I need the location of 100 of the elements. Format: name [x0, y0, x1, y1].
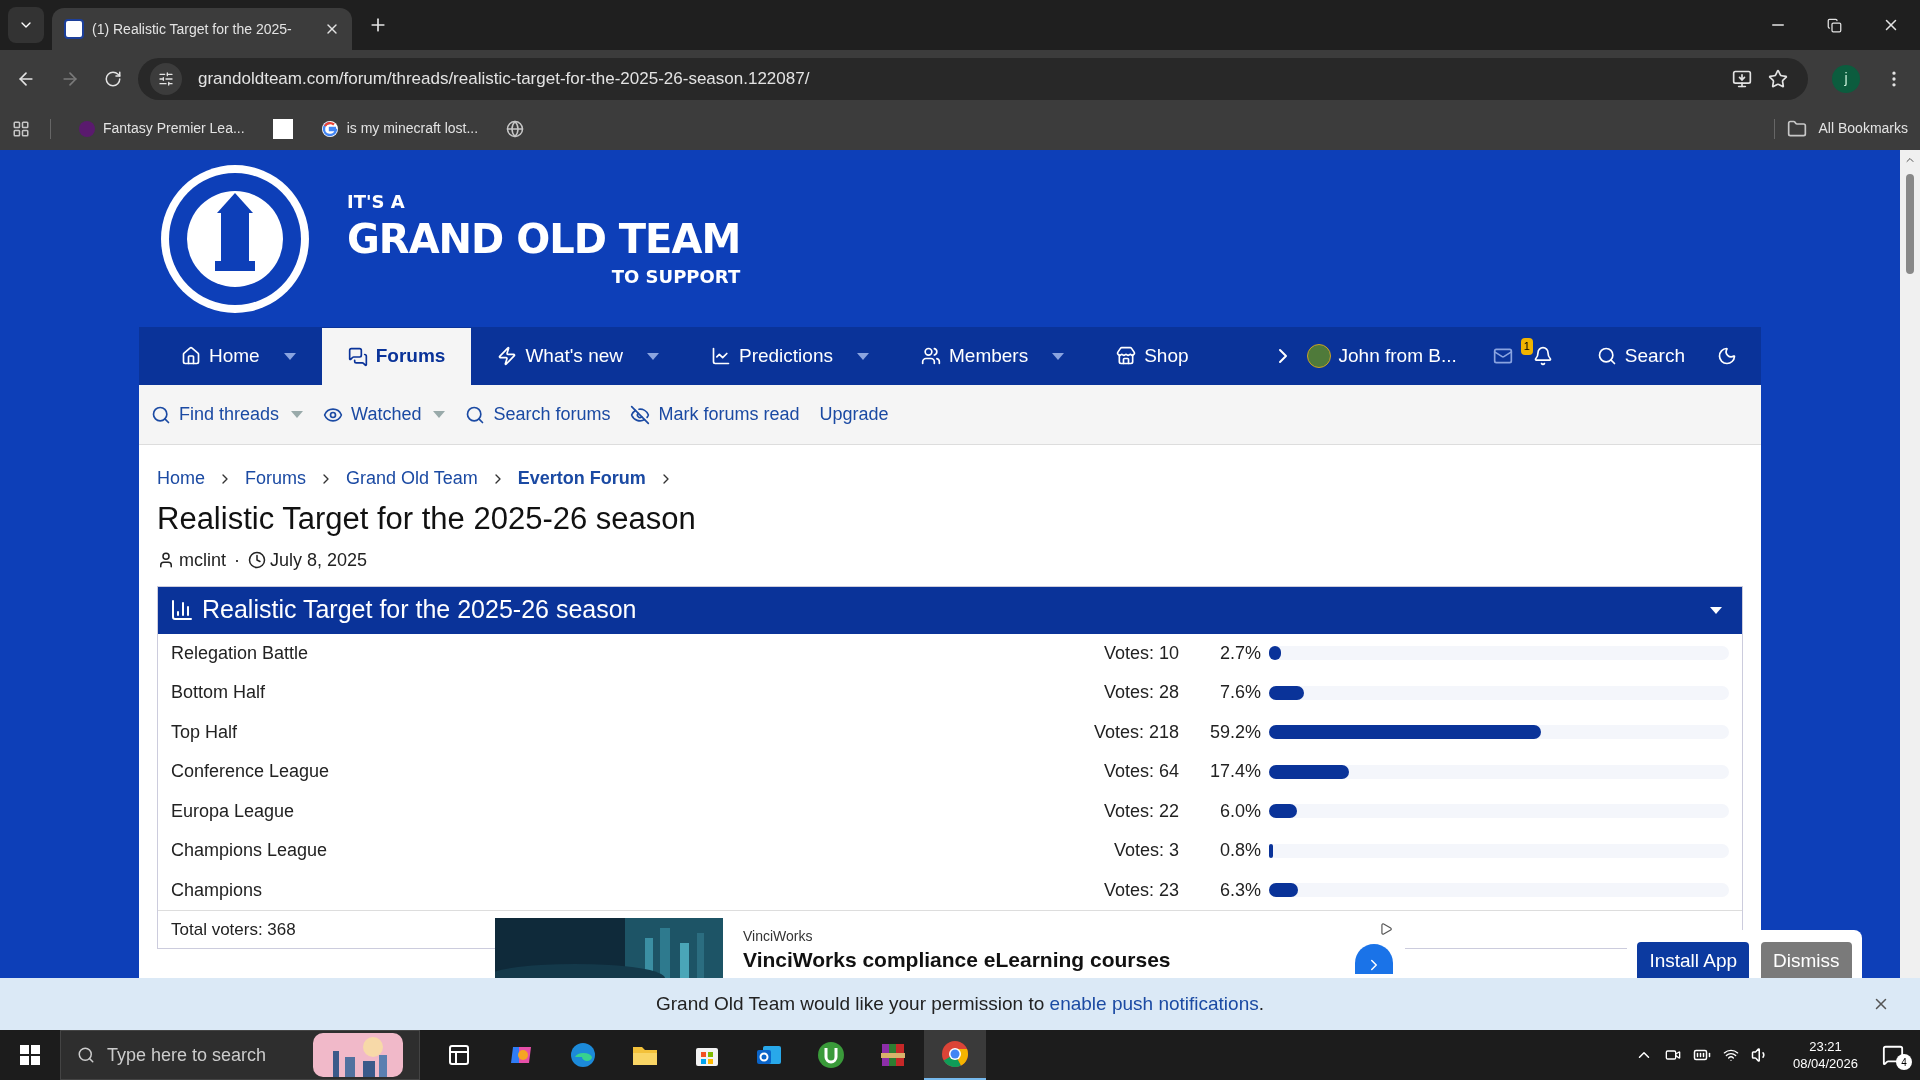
alert-badge: 1 [1520, 338, 1533, 355]
nav-tab[interactable]: Predictions [685, 327, 895, 385]
stacked-books-icon[interactable] [879, 1041, 907, 1069]
chat-bubbles-icon [347, 346, 368, 367]
breadcrumb-link[interactable]: Grand Old Team [346, 465, 478, 492]
home-icon [181, 346, 201, 366]
subnav-link[interactable]: Search forums [493, 401, 611, 428]
poll-option: Conference League [171, 758, 1019, 786]
camera-icon[interactable] [1664, 1047, 1681, 1063]
site-info-icon[interactable] [150, 62, 182, 95]
windows-logo-icon[interactable] [20, 1045, 40, 1065]
nav-label: Home [209, 343, 260, 368]
caret-icon [1710, 606, 1722, 614]
breadcrumb-link[interactable]: Home [157, 465, 205, 492]
address-bar[interactable]: grandoldteam.com/forum/threads/realistic-target-for-the-2025-26-season.122087/ [138, 57, 1808, 100]
ad-choices-icon[interactable] [1379, 922, 1393, 936]
search-icon[interactable] [1596, 346, 1617, 366]
reload-icon[interactable] [104, 69, 122, 88]
subnav-link[interactable]: Mark forums read [658, 401, 800, 428]
vote-percent: 6.3% [1218, 878, 1261, 902]
nav-tab[interactable]: Forums [321, 328, 472, 385]
install-icon[interactable] [1732, 68, 1752, 89]
bookmark-star-icon[interactable] [1768, 68, 1788, 89]
restore-icon[interactable] [1827, 17, 1842, 33]
dismiss-button[interactable]: Dismiss [1761, 942, 1852, 980]
caret-icon [647, 352, 659, 360]
wifi-icon[interactable] [1722, 1047, 1739, 1063]
tab-list-button[interactable] [8, 7, 44, 43]
subnav-link[interactable]: Upgrade [819, 401, 889, 428]
people-icon [921, 346, 941, 366]
vote-percent: 17.4% [1208, 760, 1261, 784]
clock-time[interactable]: 23:21 [1809, 1038, 1842, 1055]
vote-percent: 0.8% [1218, 839, 1261, 863]
chrome-logo-icon[interactable] [941, 1040, 969, 1068]
breadcrumb-link[interactable]: Everton Forum [517, 465, 646, 492]
apps-grid-icon[interactable] [12, 119, 30, 138]
search-icon [77, 1046, 95, 1064]
scrollbar-thumb[interactable] [1906, 174, 1914, 274]
ad-arrow-button[interactable] [1355, 944, 1393, 974]
vote-percent: 59.2% [1208, 720, 1261, 744]
storefront-icon [1116, 346, 1137, 366]
poll-option: Relegation Battle [171, 639, 1019, 667]
enable-notifications-link[interactable]: enable push notifications [1049, 992, 1259, 1014]
vote-percent: 7.6% [1218, 681, 1261, 705]
clock-date[interactable]: 08/04/2026 [1792, 1055, 1858, 1072]
vote-count: Votes: 23 [1102, 878, 1179, 902]
user-name[interactable]: John from B... [1338, 341, 1457, 371]
ad-banner[interactable]: VinciWorks VinciWorks compliance eLearning courses [495, 918, 1405, 978]
bookmark-link[interactable]: Fantasy Premier Lea... [103, 118, 245, 139]
user-avatar[interactable] [1306, 344, 1331, 368]
lightning-icon [497, 346, 518, 366]
nav-tab[interactable]: Shop [1090, 327, 1215, 385]
nav-label: Shop [1144, 343, 1189, 368]
nav-tab[interactable]: Members [895, 327, 1091, 385]
nav-tab[interactable]: What's new [471, 327, 685, 385]
eye-slash-icon [630, 404, 651, 425]
vote-count: Votes: 64 [1102, 760, 1179, 784]
install-button[interactable]: Install App [1637, 942, 1750, 980]
search-link[interactable]: Search [1624, 341, 1685, 371]
bell-icon[interactable] [1532, 346, 1553, 366]
folder-icon [1786, 118, 1807, 139]
vote-count: Votes: 218 [1092, 720, 1179, 744]
poll-option: Top Half [171, 718, 1019, 746]
vote-count: Votes: 3 [1112, 839, 1179, 863]
clock-icon [248, 551, 266, 569]
logo-tagline: TO SUPPORT [611, 264, 741, 289]
vote-count: Votes: 28 [1102, 681, 1179, 705]
logo-tagline: IT'S A [347, 189, 406, 214]
nav-label: Members [949, 343, 1029, 368]
subnav-link[interactable]: Watched [351, 401, 446, 428]
all-bookmarks-link[interactable]: All Bookmarks [1818, 118, 1908, 139]
poll-option: Champions League [171, 837, 1019, 865]
nav-tab[interactable]: Home [155, 327, 322, 385]
author-link[interactable]: mclint [179, 546, 226, 574]
crest-favicon-icon [64, 19, 84, 39]
vote-count: Votes: 10 [1102, 641, 1179, 665]
breadcrumb-link[interactable]: Forums [245, 465, 307, 492]
profile-avatar[interactable]: j [1832, 64, 1860, 93]
line-chart-icon [711, 346, 731, 366]
url-text: grandoldteam.com/forum/threads/realistic-target-for-the-2025-26-season.122087/ [198, 67, 811, 90]
total-voters: Total voters: 368 [171, 918, 296, 941]
poll-header[interactable]: Realistic Target for the 2025-26 season [158, 586, 1742, 634]
logo-title: GRAND OLD TEAM [347, 214, 741, 263]
letter-u-logo-icon[interactable] [817, 1041, 845, 1069]
push-message: Grand Old Team would like your permission to enable push notifications. [656, 991, 1264, 1016]
wave-logo-icon[interactable] [569, 1041, 597, 1069]
browser-tab[interactable]: (1) Realistic Target for the 2025- [52, 8, 352, 50]
post-date[interactable]: July 8, 2025 [270, 546, 368, 574]
caret-icon [1052, 352, 1065, 360]
nav-label: What's new [525, 343, 623, 368]
taskbar-search-field[interactable]: Type here to search [60, 1030, 420, 1080]
bookmark-link[interactable]: is my minecraft lost... [346, 118, 479, 139]
poll-option: Champions [171, 876, 1019, 904]
mail-icon[interactable] [1492, 346, 1513, 366]
task-view-icon[interactable] [447, 1043, 471, 1067]
notification-count: 4 [1896, 1054, 1912, 1070]
vote-percent: 2.7% [1218, 641, 1261, 665]
moon-icon[interactable] [1717, 346, 1737, 366]
ad-headline: VinciWorks compliance eLearning courses [743, 947, 1172, 973]
subnav-link[interactable]: Find threads [179, 401, 304, 428]
